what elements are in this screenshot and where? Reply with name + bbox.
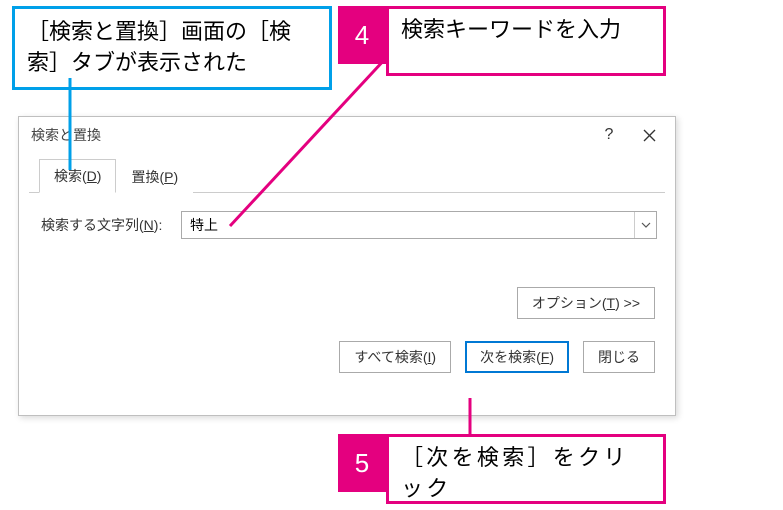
search-row: 検索する文字列(N): (19, 193, 675, 239)
step-number-5: 5 (338, 434, 386, 492)
tab-search[interactable]: 検索(D) (39, 159, 116, 193)
titlebar: 検索と置換 ? (19, 117, 675, 153)
search-input[interactable] (182, 212, 634, 238)
find-replace-dialog: 検索と置換 ? 検索(D) 置換(P) 検索する文字列(N): オプション(T)… (18, 116, 676, 416)
callout-tab-shown: ［検索と置換］画面の［検索］タブが表示された (12, 6, 332, 90)
tab-search-label: 検索(D) (54, 168, 101, 184)
tab-replace-label: 置換(P) (131, 169, 178, 185)
search-label: 検索する文字列(N): (41, 215, 181, 235)
close-button[interactable]: 閉じる (583, 341, 655, 373)
tab-replace[interactable]: 置換(P) (116, 160, 193, 193)
find-next-button[interactable]: 次を検索(F) (465, 341, 569, 373)
callout-step5: ［次を検索］をクリック (386, 434, 666, 504)
close-icon[interactable] (629, 120, 669, 150)
options-button[interactable]: オプション(T) >> (517, 287, 655, 319)
callout-step4: 検索キーワードを入力 (386, 6, 666, 76)
step-number-4: 4 (338, 6, 386, 64)
help-button[interactable]: ? (589, 120, 629, 150)
search-combobox[interactable] (181, 211, 657, 239)
dialog-title: 検索と置換 (31, 125, 589, 145)
chevron-down-icon[interactable] (634, 212, 656, 238)
find-all-button[interactable]: すべて検索(I) (339, 341, 451, 373)
tabs: 検索(D) 置換(P) (29, 161, 665, 193)
